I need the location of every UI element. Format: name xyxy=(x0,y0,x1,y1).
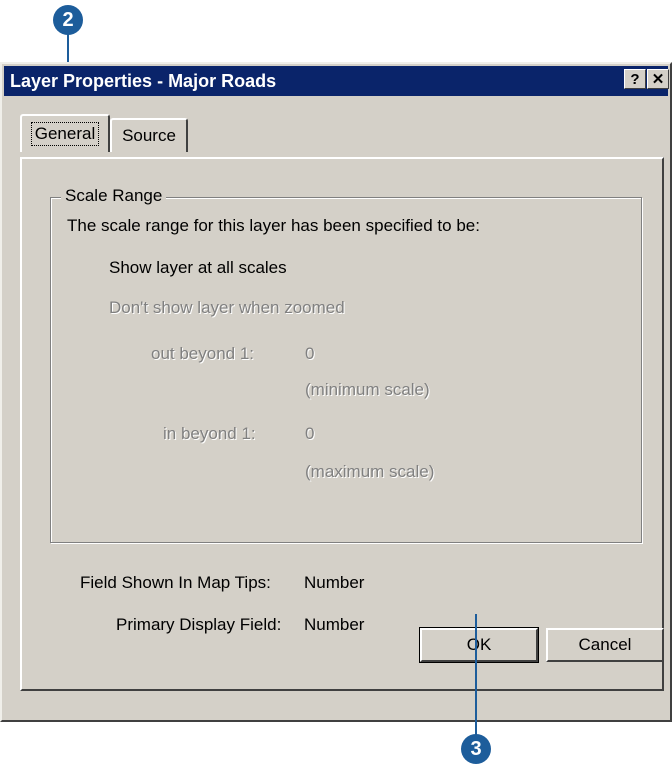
map-tips-value: Number xyxy=(304,573,365,592)
primary-display-label: Primary Display Field: xyxy=(116,615,282,634)
ok-button[interactable]: OK xyxy=(419,627,539,663)
map-tips-label: Field Shown In Map Tips: xyxy=(80,573,271,592)
callout-3: 3 xyxy=(461,734,491,764)
window-title: Layer Properties - Major Roads xyxy=(10,71,277,91)
scale-range-group: Scale Range The scale range for this lay… xyxy=(50,186,642,543)
callout-3-leader xyxy=(475,614,477,740)
general-tab-panel: Scale Range The scale range for this lay… xyxy=(20,157,664,691)
minimum-scale-note: (minimum scale) xyxy=(305,380,430,399)
layer-properties-dialog: Layer Properties - Major Roads ? ✕ Gener… xyxy=(0,62,672,722)
primary-display-value: Number xyxy=(304,615,365,634)
option-dont-show-zoomed[interactable]: Don't show layer when zoomed xyxy=(109,298,345,318)
tab-source-label: Source xyxy=(122,126,176,145)
callout-2: 2 xyxy=(53,5,83,35)
option-show-all-scales[interactable]: Show layer at all scales xyxy=(109,258,287,278)
tab-general-label: General xyxy=(30,122,100,146)
close-icon[interactable]: ✕ xyxy=(647,69,669,89)
cancel-button[interactable]: Cancel xyxy=(546,628,664,662)
out-beyond-value: 0 xyxy=(305,344,315,363)
tab-source[interactable]: Source xyxy=(110,118,188,152)
in-beyond-value: 0 xyxy=(305,424,315,443)
help-icon[interactable]: ? xyxy=(624,69,646,89)
in-beyond-label: in beyond 1: xyxy=(163,424,256,443)
scale-range-description: The scale range for this layer has been … xyxy=(67,216,480,235)
maximum-scale-note: (maximum scale) xyxy=(305,462,435,481)
tab-general[interactable]: General xyxy=(20,114,110,152)
scale-range-title: Scale Range xyxy=(61,186,167,206)
out-beyond-label: out beyond 1: xyxy=(151,344,255,363)
title-bar: Layer Properties - Major Roads xyxy=(4,66,668,96)
